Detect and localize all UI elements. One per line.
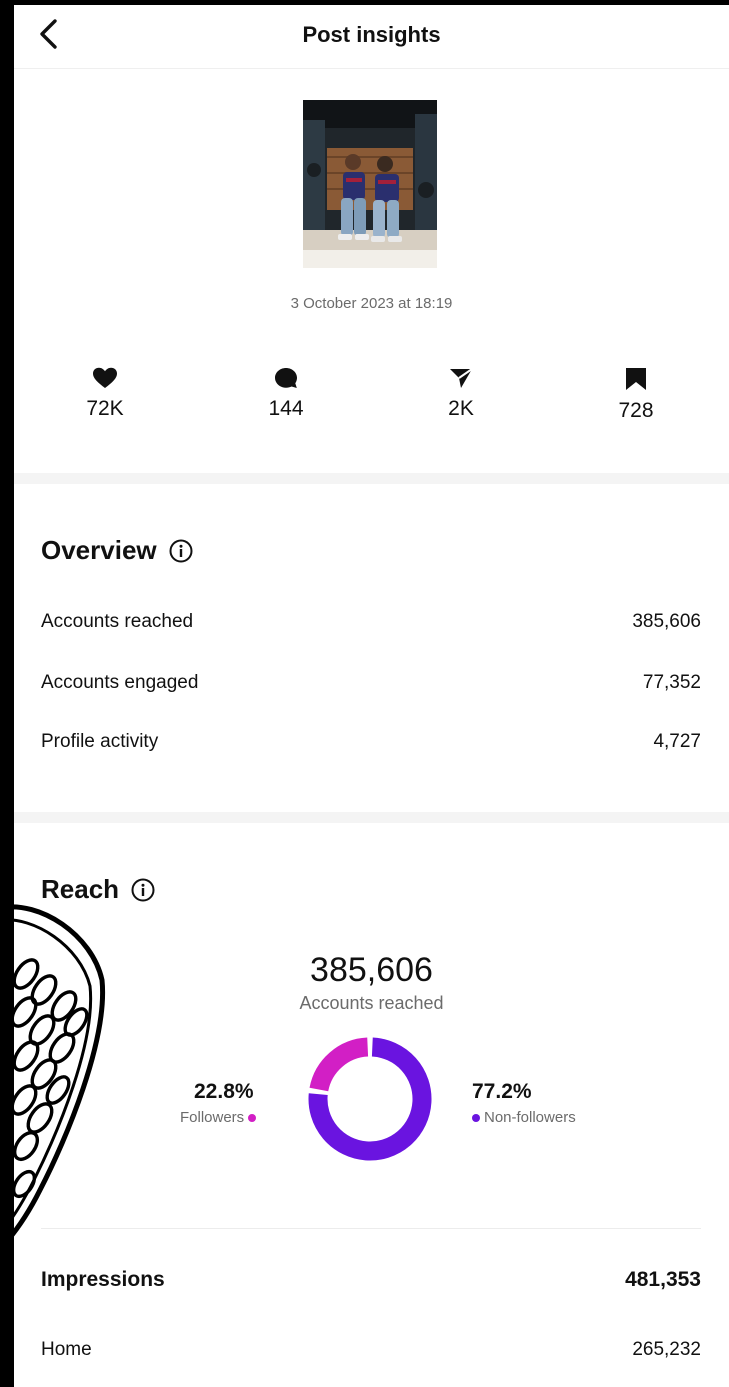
- info-icon[interactable]: [131, 878, 155, 902]
- likes-count: 72K: [86, 397, 124, 420]
- nonfollowers-dot: [472, 1113, 480, 1122]
- overview-row-accounts-engaged[interactable]: Accounts engaged 77,352: [41, 672, 701, 694]
- overview-row-profile-activity[interactable]: Profile activity 4,727: [41, 731, 701, 753]
- reach-heading: Reach: [41, 874, 155, 905]
- page-title: Post insights: [302, 22, 441, 47]
- bookmark-icon: [626, 368, 646, 390]
- row-value: 77,352: [642, 672, 701, 693]
- nonfollowers-label: Non-followers: [484, 1109, 576, 1126]
- comment-icon: [275, 368, 297, 388]
- overview-row-accounts-reached[interactable]: Accounts reached 385,606: [41, 611, 701, 633]
- reach-total-label: Accounts reached: [299, 993, 444, 1013]
- nonfollowers-legend: Non-followers: [472, 1109, 576, 1126]
- followers-segment: [309, 1037, 369, 1092]
- engagement-stats: 72K 144 2K 728: [14, 367, 729, 437]
- impressions-value: 481,353: [625, 1268, 701, 1291]
- comments-stat[interactable]: 144: [226, 367, 346, 421]
- followers-label: Followers: [180, 1109, 245, 1126]
- overview-title: Overview: [41, 535, 157, 565]
- nonfollowers-segment: [308, 1037, 432, 1161]
- post-photo-image: [303, 100, 437, 268]
- shares-count: 2K: [448, 397, 474, 420]
- saves-count: 728: [618, 399, 654, 422]
- overview-heading: Overview: [41, 535, 193, 566]
- nonfollowers-percent: 77.2%: [472, 1080, 532, 1103]
- comments-count: 144: [268, 397, 304, 420]
- row-label: Home: [41, 1339, 92, 1360]
- separator-line: [41, 1228, 701, 1229]
- heart-icon: [93, 367, 117, 388]
- likes-stat[interactable]: 72K: [45, 367, 165, 421]
- impressions-row[interactable]: Impressions 481,353: [41, 1268, 701, 1292]
- row-value: 265,232: [632, 1339, 701, 1360]
- row-value: 385,606: [632, 611, 701, 632]
- followers-legend: Followers: [180, 1109, 257, 1126]
- post-date: 3 October 2023 at 18:19: [290, 295, 453, 312]
- reach-title: Reach: [41, 874, 120, 904]
- post-thumbnail[interactable]: [303, 100, 437, 268]
- device-frame-left: [0, 0, 14, 1387]
- row-label: Profile activity: [41, 731, 159, 752]
- followers-dot: [248, 1113, 257, 1122]
- section-divider: [14, 812, 729, 823]
- row-value: 4,727: [653, 731, 701, 752]
- section-divider: [14, 473, 729, 484]
- row-label: Accounts reached: [41, 611, 194, 632]
- reach-total: 385,606: [310, 951, 433, 989]
- shares-stat[interactable]: 2K: [401, 367, 521, 421]
- saves-stat[interactable]: 728: [576, 367, 696, 423]
- row-label: Accounts engaged: [41, 672, 199, 693]
- screen: Post insights 3 October 2023 at 18:19 72…: [14, 5, 729, 1387]
- impressions-row-home[interactable]: Home 265,232: [41, 1339, 701, 1361]
- share-icon: [450, 368, 473, 388]
- header: Post insights: [14, 5, 729, 69]
- impressions-label: Impressions: [41, 1268, 165, 1291]
- info-icon[interactable]: [169, 539, 193, 563]
- followers-percent: 22.8%: [194, 1080, 254, 1103]
